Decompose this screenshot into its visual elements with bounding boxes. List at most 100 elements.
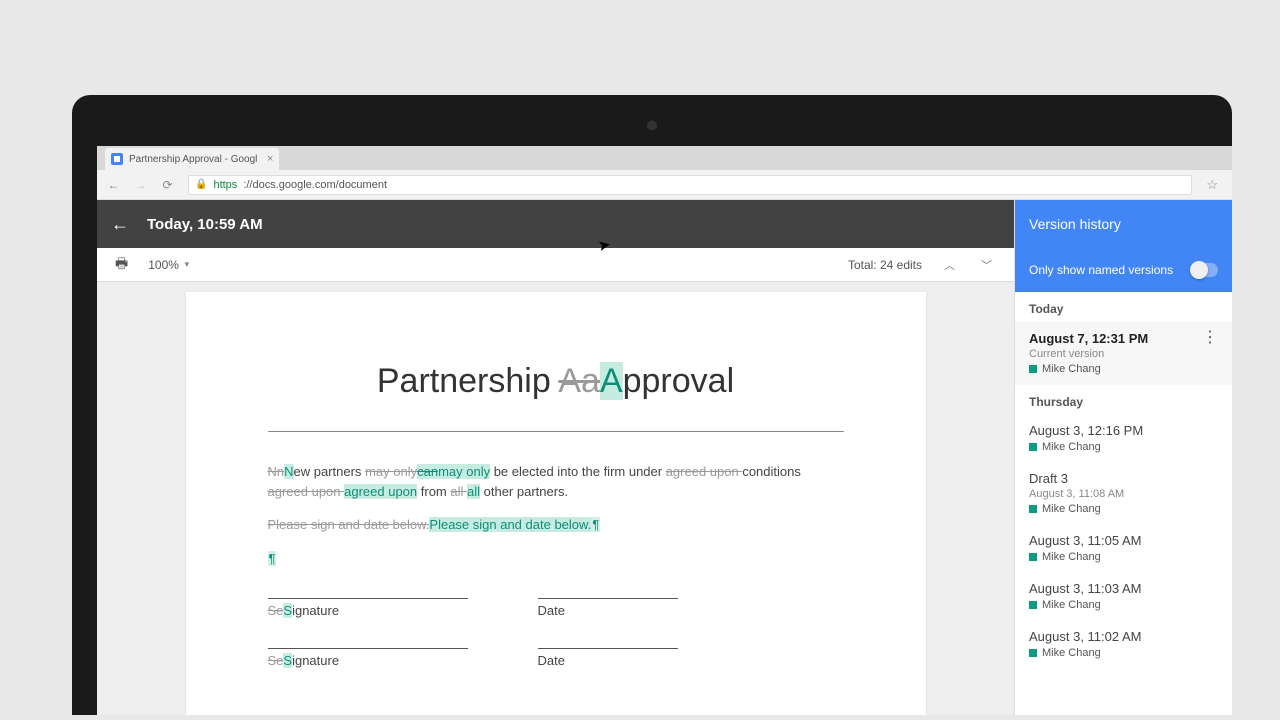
version-history-panel: Version history Only show named versions… (1014, 200, 1232, 715)
body-text: other partners. (480, 484, 568, 499)
version-editor: Mike Chang (1029, 647, 1218, 659)
version-editor: Mike Chang (1029, 441, 1218, 453)
bookmark-icon[interactable]: ☆ (1206, 177, 1218, 193)
divider (268, 431, 844, 432)
signature-row: SeSignature Date (268, 648, 844, 668)
document-title: Partnership AaApproval (268, 362, 844, 401)
body-text: ew partners (294, 464, 366, 479)
version-subtitle: Current version (1029, 348, 1218, 360)
inserted-text: S (283, 653, 292, 668)
title-text: pproval (623, 362, 735, 400)
deleted-text: agreed upon (268, 484, 345, 499)
deleted-text: Please sign and date below. (268, 517, 430, 532)
close-icon[interactable]: × (267, 153, 273, 165)
next-edit-icon[interactable]: ﹀ (977, 253, 996, 277)
zoom-value: 100% (148, 258, 179, 272)
print-icon[interactable]: 🖶 (115, 253, 128, 277)
body-text: conditions (742, 464, 801, 479)
editor-name: Mike Chang (1042, 441, 1101, 453)
version-time: August 3, 12:16 PM (1029, 423, 1218, 438)
date-field: Date (538, 648, 678, 668)
editor-color-chip (1029, 649, 1037, 657)
chevron-down-icon: ▼ (183, 260, 191, 269)
lock-icon: 🔒 (195, 179, 207, 190)
editor-color-chip (1029, 505, 1037, 513)
inserted-text: may only (438, 464, 490, 479)
body-text: ignature (292, 603, 339, 618)
panel-title: Version history (1015, 200, 1232, 248)
edit-count-label: Total: 24 edits (848, 258, 922, 272)
pilcrow-icon: ¶ (268, 551, 277, 566)
version-editor: Mike Chang (1029, 363, 1218, 375)
tab-title: Partnership Approval - Googl (129, 154, 257, 165)
editor-name: Mike Chang (1042, 647, 1101, 659)
version-time: August 3, 11:08 AM (1029, 488, 1218, 500)
paragraph: ¶ (268, 549, 844, 569)
title-deletion: Aa (558, 362, 600, 400)
address-bar[interactable]: 🔒 https ://docs.google.com/document (188, 175, 1192, 195)
version-time: August 3, 11:05 AM (1029, 533, 1218, 548)
editor-color-chip (1029, 365, 1037, 373)
title-insertion: A (600, 362, 623, 400)
version-editor: Mike Chang (1029, 551, 1218, 563)
docs-favicon (111, 153, 123, 165)
document-page: Partnership AaApproval NnNew partners ma… (186, 292, 926, 715)
document-toolbar: 🖶 100% ▼ Total: 24 edits ︿ ﹀ (97, 248, 1014, 282)
version-header: ← Today, 10:59 AM (97, 200, 1014, 248)
version-item[interactable]: August 3, 11:02 AM Mike Chang (1015, 621, 1232, 669)
version-name: Draft 3 (1029, 471, 1218, 486)
version-item[interactable]: Draft 3 August 3, 11:08 AM Mike Chang (1015, 463, 1232, 525)
editor-color-chip (1029, 443, 1037, 451)
prev-edit-icon[interactable]: ︿ (940, 253, 959, 277)
back-arrow-icon[interactable]: ← (111, 214, 129, 235)
paragraph: NnNew partners may onlycanmay only be el… (268, 462, 844, 501)
body-text: from (417, 484, 450, 499)
browser-tab-strip: Partnership Approval - Googl × (97, 146, 1232, 170)
editor-color-chip (1029, 601, 1037, 609)
version-editor: Mike Chang (1029, 503, 1218, 515)
body-text: be elected into the firm under (490, 464, 666, 479)
reload-icon[interactable]: ⟳ (161, 178, 174, 192)
toggle-label: Only show named versions (1029, 263, 1173, 277)
version-item[interactable]: August 3, 11:05 AM Mike Chang (1015, 525, 1232, 573)
version-item-current[interactable]: August 7, 12:31 PM ⋮ Current version Mik… (1015, 322, 1232, 385)
editor-name: Mike Chang (1042, 599, 1101, 611)
pilcrow-icon: ¶ (591, 517, 600, 532)
zoom-dropdown[interactable]: 100% ▼ (148, 258, 191, 272)
editor-color-chip (1029, 553, 1037, 561)
editor-name: Mike Chang (1042, 363, 1101, 375)
version-time: August 3, 11:02 AM (1029, 629, 1218, 644)
laptop-camera (648, 121, 657, 130)
deleted-text: Se (268, 653, 284, 668)
document-canvas[interactable]: Partnership AaApproval NnNew partners ma… (97, 282, 1014, 715)
inserted-text: N (284, 464, 293, 479)
deleted-text: agreed upon (666, 464, 743, 479)
day-group-label: Today (1015, 292, 1232, 322)
version-editor: Mike Chang (1029, 599, 1218, 611)
signature-field: SeSignature (268, 648, 468, 668)
date-field: Date (538, 598, 678, 618)
editor-name: Mike Chang (1042, 503, 1101, 515)
more-icon[interactable]: ⋮ (1202, 330, 1218, 346)
inserted-text: agreed upon (344, 484, 417, 499)
version-item[interactable]: August 3, 11:03 AM Mike Chang (1015, 573, 1232, 621)
forward-icon[interactable]: → (134, 178, 147, 192)
version-time: August 7, 12:31 PM (1029, 331, 1148, 346)
inserted-text: all (467, 484, 480, 499)
paragraph: Please sign and date below.Please sign a… (268, 515, 844, 535)
toggle-switch[interactable] (1190, 263, 1218, 277)
title-text: Partnership (377, 362, 558, 400)
inserted-text: S (283, 603, 292, 618)
deleted-text: Se (268, 603, 284, 618)
back-icon[interactable]: ← (107, 178, 120, 192)
editor-name: Mike Chang (1042, 551, 1101, 563)
browser-tab[interactable]: Partnership Approval - Googl × (105, 148, 279, 170)
day-group-label: Thursday (1015, 385, 1232, 415)
deleted-text: may only (365, 464, 417, 479)
inserted-text: Please sign and date below. (429, 517, 591, 532)
inserted-struck-text: can (417, 464, 438, 479)
named-versions-toggle-row: Only show named versions (1015, 248, 1232, 292)
version-item[interactable]: August 3, 12:16 PM Mike Chang (1015, 415, 1232, 463)
url-path: ://docs.google.com/document (243, 179, 387, 191)
url-protocol: https (213, 179, 237, 191)
